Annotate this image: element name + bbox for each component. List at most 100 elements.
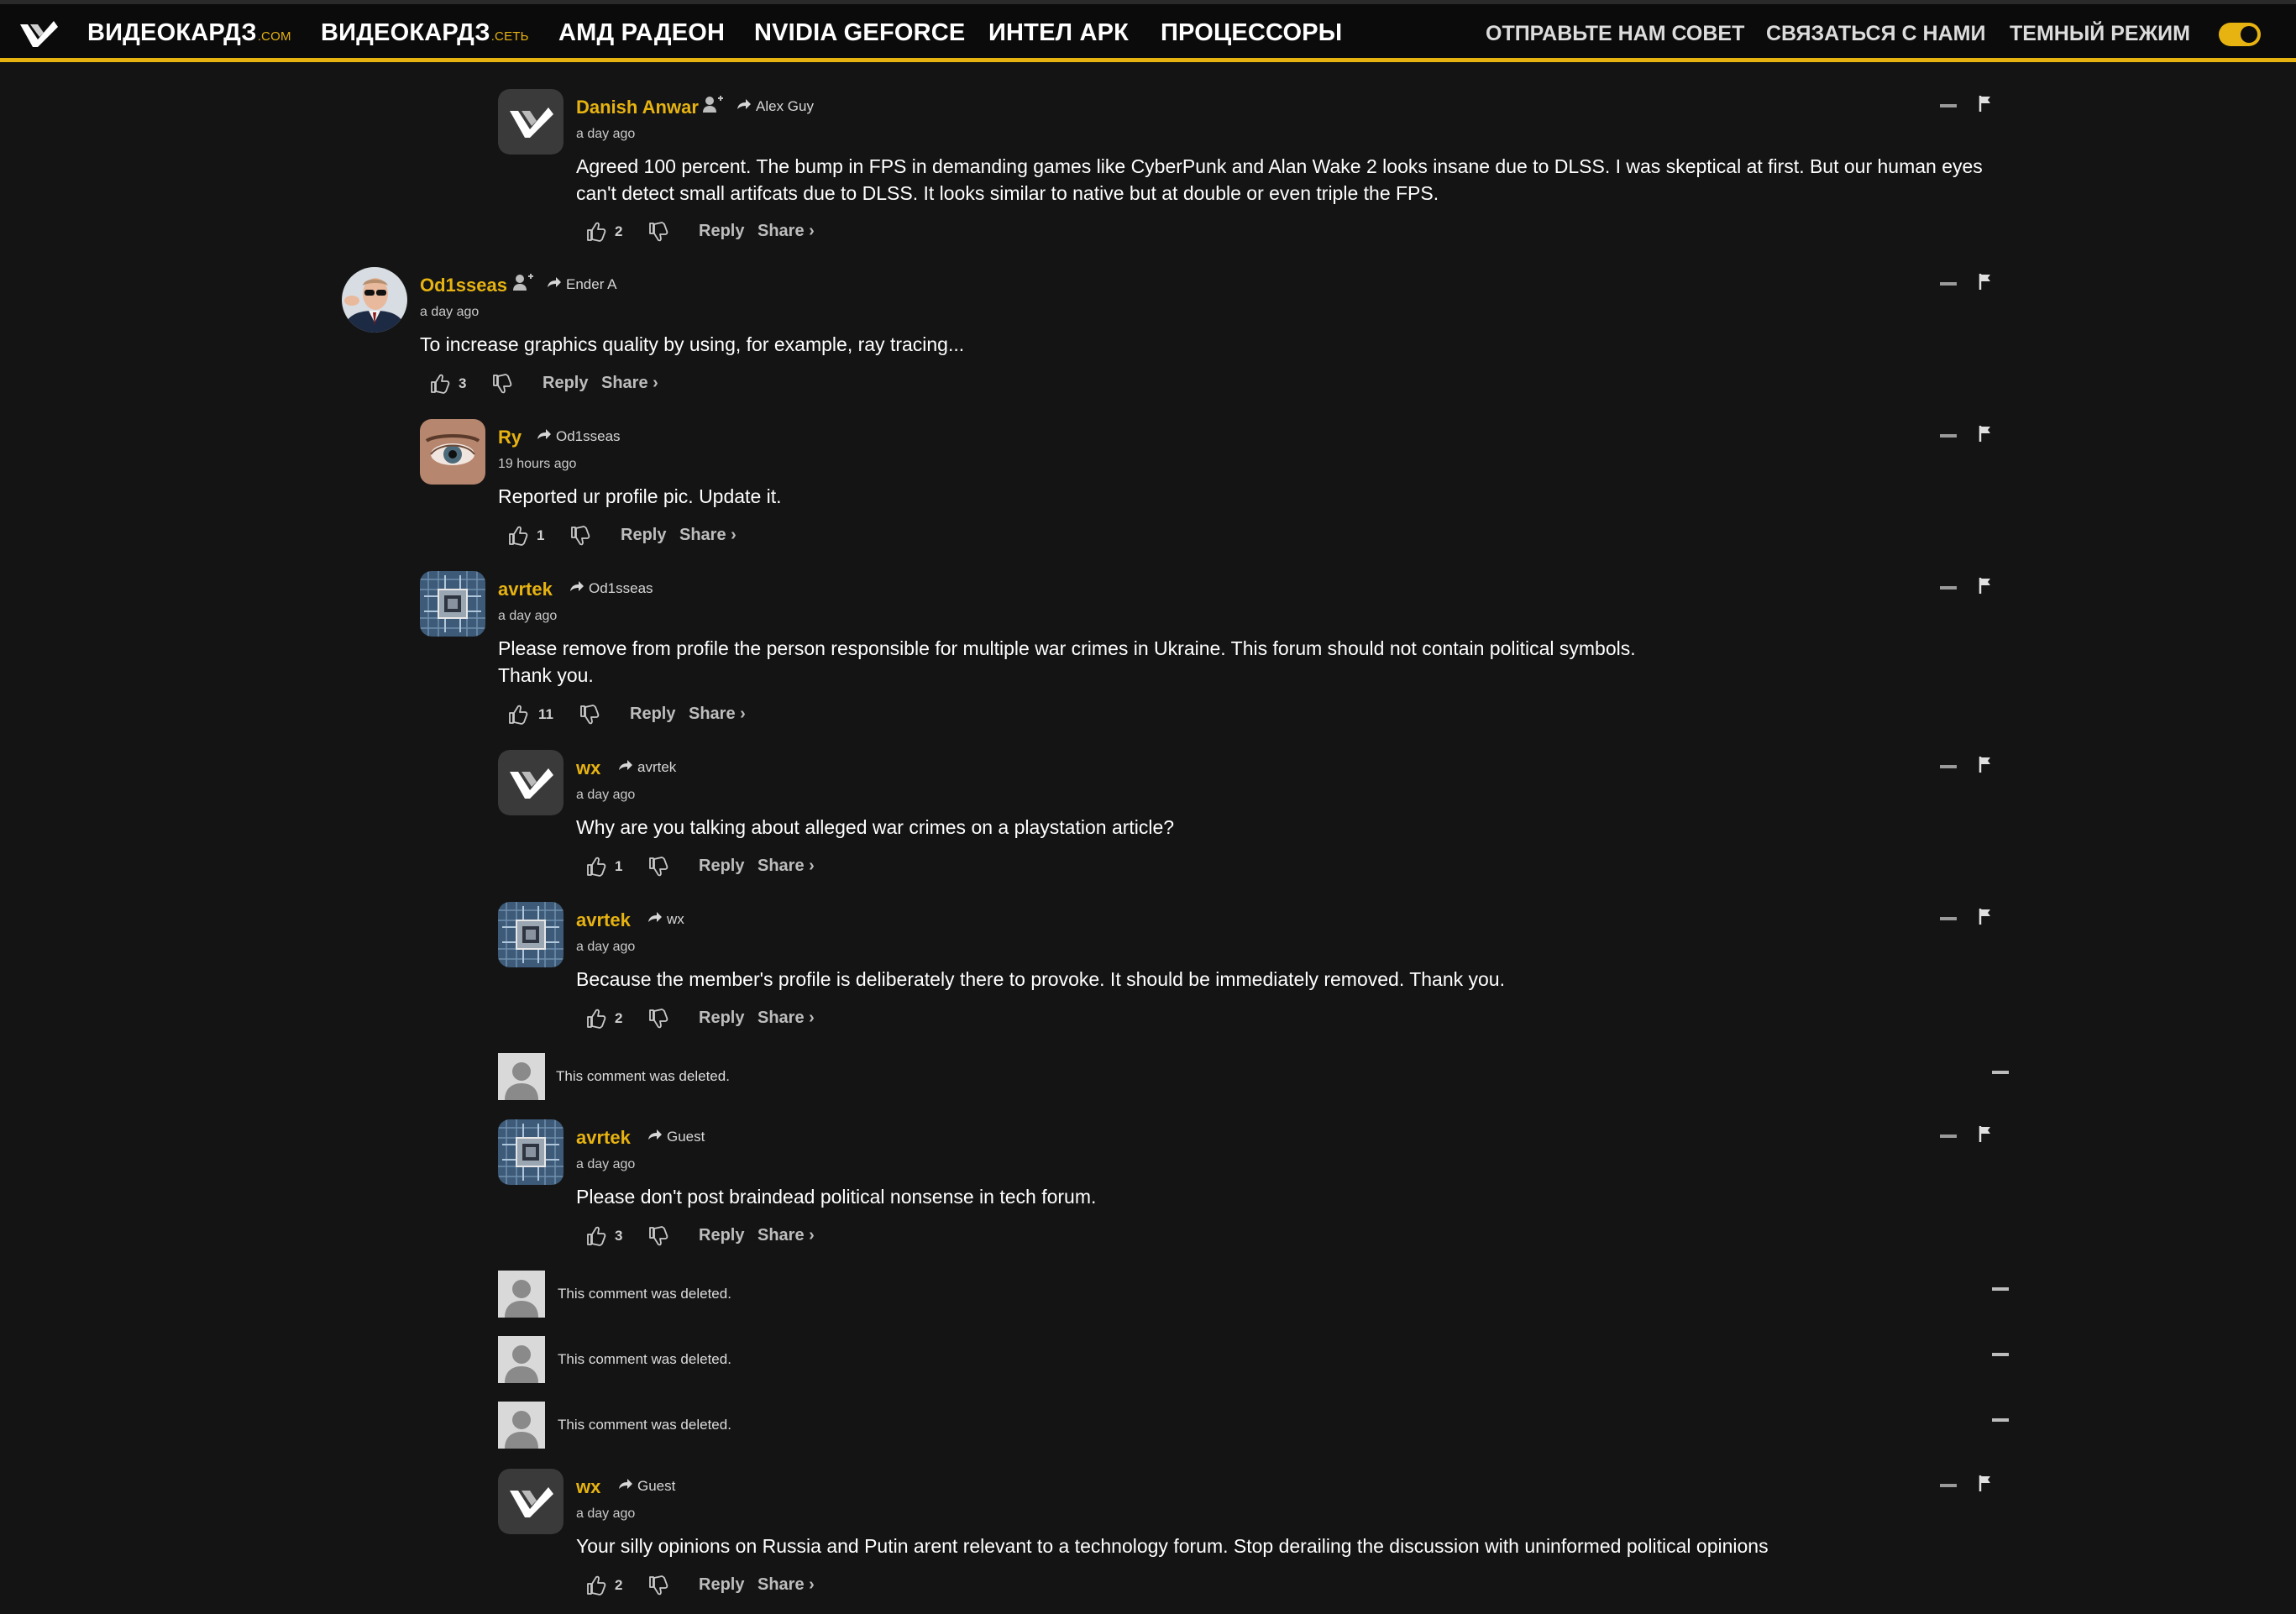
upvote-icon[interactable] [584, 855, 608, 878]
upvote-icon[interactable] [584, 1574, 608, 1597]
comment-author[interactable]: wx [576, 1476, 600, 1498]
flag-icon[interactable] [1979, 1475, 1992, 1491]
comment-timestamp[interactable]: a day ago [576, 127, 635, 142]
upvote-icon[interactable] [584, 220, 608, 244]
upvote-icon[interactable] [506, 703, 530, 726]
reply-button[interactable]: Reply [699, 1009, 744, 1028]
upvote-icon[interactable] [506, 524, 530, 548]
reply-button[interactable]: Reply [699, 222, 744, 241]
nav-send-tip[interactable]: ОТПРАВЬТЕ НАМ СОВЕТ [1486, 22, 1744, 46]
downvote-icon[interactable] [578, 703, 601, 726]
collapse-icon[interactable] [1992, 1353, 2009, 1356]
deleted-comment-text: This comment was deleted. [556, 1068, 730, 1084]
collapse-icon[interactable] [1940, 282, 1957, 286]
collapse-icon[interactable] [1940, 765, 1957, 768]
follow-user-icon[interactable] [512, 273, 534, 291]
comment-timestamp[interactable]: a day ago [420, 305, 479, 320]
flag-icon[interactable] [1979, 756, 1992, 773]
comment-timestamp[interactable]: a day ago [498, 609, 557, 624]
comment-author[interactable]: avrtek [576, 1127, 631, 1149]
avatar[interactable] [498, 1119, 564, 1185]
reply-to-user[interactable]: avrtek [637, 759, 676, 776]
upvote-icon[interactable] [584, 1224, 608, 1248]
reply-button[interactable]: Reply [621, 526, 666, 545]
reply-to-user[interactable]: Alex Guy [756, 98, 814, 115]
reply-to-user[interactable]: Ender A [566, 276, 617, 293]
nav-intel[interactable]: ИНТЕЛ АРК [988, 19, 1129, 47]
collapse-icon[interactable] [1940, 434, 1957, 438]
share-button[interactable]: Share › [757, 1009, 815, 1028]
reply-button[interactable]: Reply [699, 1575, 744, 1595]
site-logo-icon[interactable] [18, 16, 59, 50]
flag-icon[interactable] [1979, 908, 1992, 925]
reply-to-user[interactable]: wx [667, 911, 684, 928]
nav-site-com[interactable]: ВИДЕОКАРДЗ.COM [87, 19, 291, 47]
share-button[interactable]: Share › [757, 1575, 815, 1595]
flag-icon[interactable] [1979, 95, 1992, 112]
comment-timestamp[interactable]: 19 hours ago [498, 457, 576, 472]
collapse-icon[interactable] [1940, 586, 1957, 590]
nav-cpu[interactable]: ПРОЦЕССОРЫ [1161, 19, 1342, 47]
comment-timestamp[interactable]: a day ago [576, 1507, 635, 1522]
comment-author[interactable]: wx [576, 757, 600, 779]
share-button[interactable]: Share › [757, 222, 815, 241]
nav-site-net[interactable]: ВИДЕОКАРДЗ.СЕТЬ [321, 19, 529, 47]
downvote-icon[interactable] [647, 855, 670, 878]
flag-icon[interactable] [1979, 1125, 1992, 1142]
follow-user-icon[interactable] [702, 95, 724, 113]
avatar[interactable] [342, 267, 407, 333]
reply-button[interactable]: Reply [699, 857, 744, 876]
flag-icon[interactable] [1979, 425, 1992, 442]
upvote-count: 1 [537, 527, 545, 543]
reply-to-user[interactable]: Guest [667, 1129, 705, 1145]
reply-to-user[interactable]: Od1sseas [589, 580, 653, 597]
share-button[interactable]: Share › [757, 857, 815, 876]
reply-button[interactable]: Reply [699, 1226, 744, 1245]
flag-icon[interactable] [1979, 273, 1992, 290]
collapse-icon[interactable] [1992, 1287, 2009, 1291]
comment-timestamp[interactable]: a day ago [576, 788, 635, 803]
nav-nvidia[interactable]: NVIDIA GEFORCE [754, 19, 965, 47]
avatar[interactable] [498, 1469, 564, 1534]
comment-timestamp[interactable]: a day ago [576, 940, 635, 955]
avatar[interactable] [498, 750, 564, 815]
comment-author[interactable]: Od1sseas [420, 275, 507, 296]
downvote-icon[interactable] [490, 372, 514, 396]
reply-button[interactable]: Reply [630, 705, 675, 724]
downvote-icon[interactable] [569, 524, 592, 548]
downvote-icon[interactable] [647, 220, 670, 244]
collapse-icon[interactable] [1992, 1071, 2009, 1074]
collapse-icon[interactable] [1940, 917, 1957, 920]
share-button[interactable]: Share › [757, 1226, 815, 1245]
nav-amd[interactable]: АМД РАДЕОН [558, 19, 725, 47]
share-button[interactable]: Share › [689, 705, 746, 724]
avatar[interactable] [498, 89, 564, 155]
comment-timestamp[interactable]: a day ago [576, 1157, 635, 1172]
default-avatar-icon [498, 1402, 545, 1449]
nav-contact[interactable]: СВЯЗАТЬСЯ С НАМИ [1766, 22, 1985, 46]
comment-author[interactable]: avrtek [576, 909, 631, 931]
upvote-icon[interactable] [584, 1007, 608, 1030]
comment-author[interactable]: Danish Anwar [576, 97, 699, 118]
comment-author[interactable]: avrtek [498, 579, 553, 600]
reply-to-user[interactable]: Od1sseas [556, 428, 621, 445]
avatar[interactable] [420, 419, 485, 485]
nav-dark-mode-label[interactable]: ТЕМНЫЙ РЕЖИМ [2010, 22, 2190, 46]
share-button[interactable]: Share › [601, 374, 658, 393]
collapse-icon[interactable] [1940, 104, 1957, 107]
avatar[interactable] [420, 571, 485, 637]
downvote-icon[interactable] [647, 1574, 670, 1597]
collapse-icon[interactable] [1940, 1135, 1957, 1138]
dark-mode-toggle[interactable] [2219, 23, 2261, 46]
downvote-icon[interactable] [647, 1007, 670, 1030]
reply-to-user[interactable]: Guest [637, 1478, 675, 1495]
comment-author[interactable]: Ry [498, 427, 522, 448]
collapse-icon[interactable] [1940, 1484, 1957, 1487]
flag-icon[interactable] [1979, 577, 1992, 594]
avatar[interactable] [498, 902, 564, 967]
reply-button[interactable]: Reply [543, 374, 588, 393]
upvote-icon[interactable] [428, 372, 452, 396]
share-button[interactable]: Share › [679, 526, 737, 545]
collapse-icon[interactable] [1992, 1418, 2009, 1422]
downvote-icon[interactable] [647, 1224, 670, 1248]
